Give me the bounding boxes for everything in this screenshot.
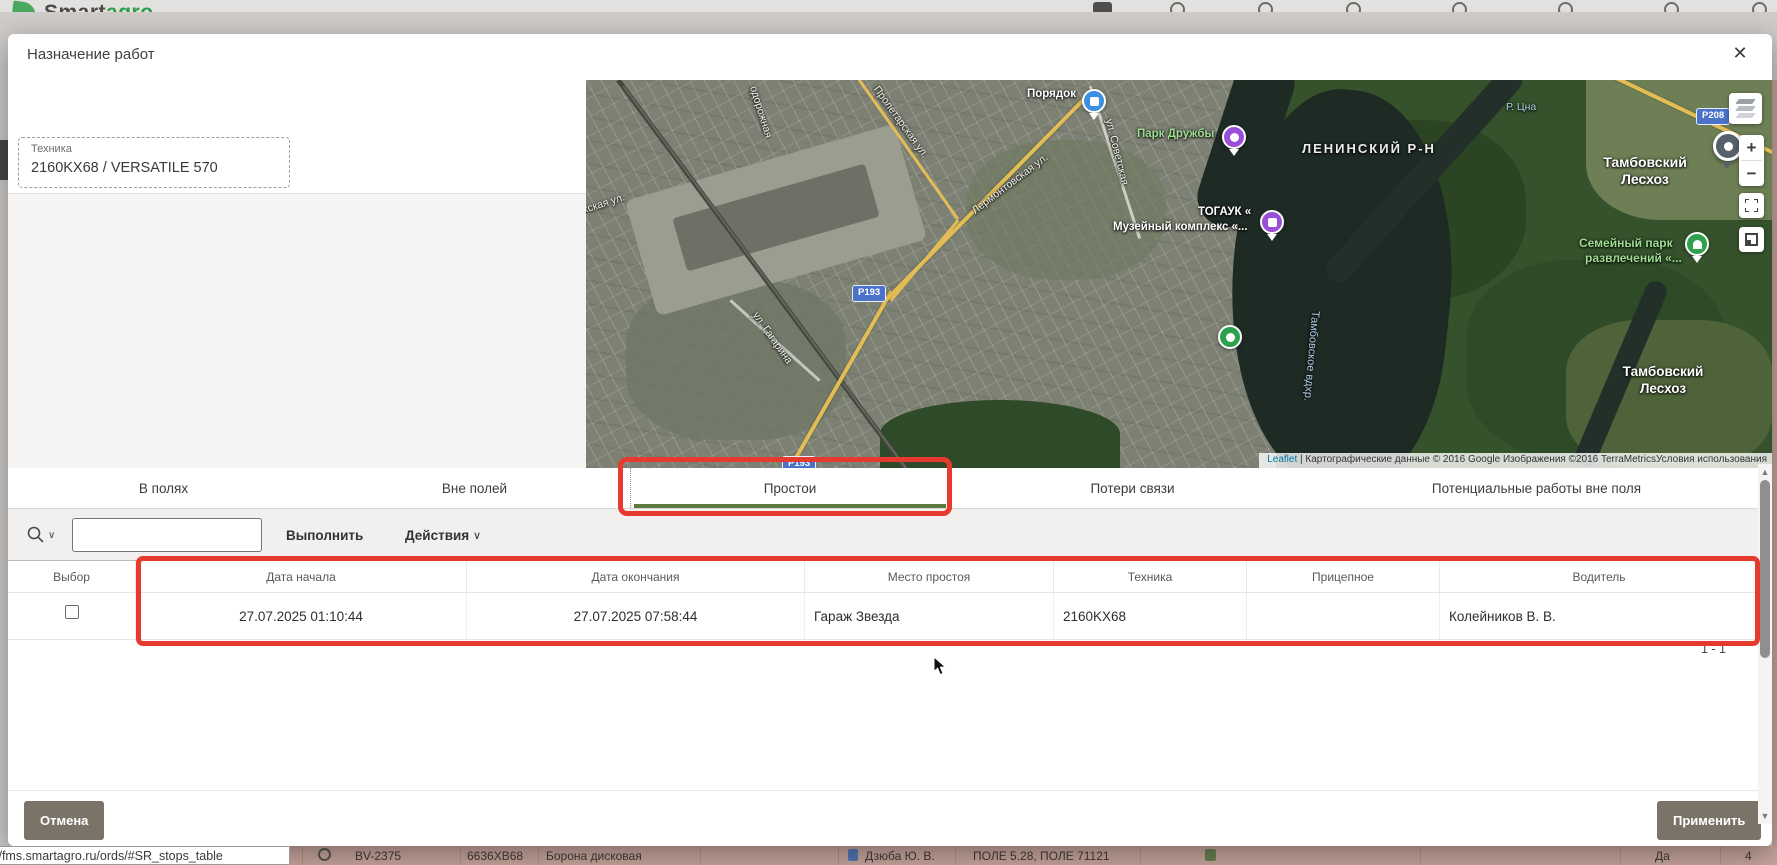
map-label-semeiny-2: развлечений «... <box>1585 251 1682 265</box>
header-icon <box>1664 2 1679 12</box>
sidebar-fragment <box>0 140 8 180</box>
report-toolbar: ∨ Выполнить Действия ∨ <box>8 508 1758 560</box>
fullscreen-icon <box>1745 199 1758 212</box>
poi-shop-marker <box>1082 89 1106 113</box>
minimap-button[interactable] <box>1739 227 1764 252</box>
zoom-in-button[interactable]: + <box>1739 135 1764 160</box>
column-header-select: Выбор <box>8 561 136 592</box>
actions-button[interactable]: Действия ∨ <box>405 518 481 552</box>
cancel-button[interactable]: Отмена <box>24 801 104 840</box>
apply-button[interactable]: Применить <box>1657 801 1761 840</box>
dialog-title: Назначение работ <box>27 46 155 63</box>
map-label-togauk: ТОГАУК « <box>1198 206 1251 218</box>
cell-date-start: 27.07.2025 01:10:44 <box>136 593 467 639</box>
table-row[interactable]: 27.07.2025 01:10:44 27.07.2025 07:58:44 … <box>8 593 1758 640</box>
zoom-control: + − <box>1739 135 1764 186</box>
map-label-leshoz-top: Тамбовский <box>1583 154 1707 170</box>
smartagro-leaf-icon <box>11 0 38 12</box>
road-badge-p208: Р208 <box>1696 108 1730 125</box>
page-edge-strip <box>1772 80 1777 865</box>
background-table-row: BV-2375 6636XB68 Борона дисковая Дзюба Ю… <box>290 846 1777 865</box>
column-header-date-end: Дата окончания <box>467 561 805 592</box>
header-icon <box>1258 2 1273 12</box>
tab-out-of-fields[interactable]: Вне полей <box>319 468 630 508</box>
cell-tech: 2160KX68 <box>1054 593 1247 639</box>
header-icon <box>1752 2 1767 12</box>
road-badge-p193-b: Р193 <box>782 456 816 468</box>
tech-field-label: Техника <box>31 143 72 155</box>
road-badge-p193: Р193 <box>852 285 886 302</box>
row-checkbox[interactable] <box>65 605 79 619</box>
cell-driver: Колейников В. В. <box>1440 593 1758 639</box>
column-header-driver: Водитель <box>1440 561 1758 592</box>
poi-museum-marker <box>1260 210 1284 234</box>
tab-idles[interactable]: Простои <box>630 468 950 508</box>
map-label-togauk-2: Музейный комплекс «... <box>1113 221 1248 233</box>
map-label-leshoz-top-2: Лесхоз <box>1583 171 1707 187</box>
leaflet-map[interactable]: Порядок Парк Дружбы ЛЕНИНСКИЙ Р-Н ТОГАУК… <box>586 80 1772 468</box>
layers-control[interactable] <box>1729 93 1762 124</box>
map-attribution: Leaflet | Картографические данные © 2016… <box>1259 453 1772 468</box>
assign-work-dialog: Назначение работ ✕ Техника 2160KX68 / VE… <box>8 34 1772 846</box>
table-header: Выбор Дата начала Дата окончания Место п… <box>8 560 1758 593</box>
cell-place: Гараж Звезда <box>805 593 1054 639</box>
map-label-park-druzhby: Парк Дружбы <box>1137 128 1214 140</box>
search-icon[interactable]: ∨ <box>26 522 66 548</box>
map-label-leshoz-bottom: Тамбовский <box>1601 364 1725 379</box>
field-icon <box>1205 849 1216 861</box>
terms-link[interactable]: Условия использования <box>1656 454 1767 465</box>
zoom-out-button[interactable]: − <box>1739 161 1764 186</box>
tab-connection-loss[interactable]: Потери связи <box>950 468 1315 508</box>
column-header-trailer: Прицепное <box>1247 561 1440 592</box>
scroll-thumb[interactable] <box>1760 480 1770 658</box>
footer-divider <box>8 790 1772 791</box>
poi-sport-marker <box>1218 325 1242 349</box>
actions-caret-icon: ∨ <box>473 529 481 542</box>
tab-in-fields[interactable]: В полях <box>8 468 319 508</box>
execute-button[interactable]: Выполнить <box>286 518 363 552</box>
column-header-date-start: Дата начала <box>136 561 467 592</box>
map-marker-icon <box>848 849 858 861</box>
left-panel: Техника 2160KX68 / VERSATILE 570 <box>8 80 586 504</box>
column-header-tech: Техника <box>1054 561 1247 592</box>
pagination-label: 1 - 1 <box>1358 642 1754 660</box>
header-icon <box>1452 2 1467 12</box>
browser-status-url: //fms.smartagro.ru/ords/#SR_stops_table <box>0 846 290 865</box>
header-menu-icon <box>1093 2 1112 12</box>
poi-family-park-marker <box>1685 232 1709 256</box>
vertical-scrollbar[interactable]: ▲ ▼ <box>1758 464 1772 824</box>
tab-potential-work[interactable]: Потенциальные работы вне поля <box>1315 468 1758 508</box>
map-label-poryadok: Порядок <box>1027 88 1076 100</box>
minimap-icon <box>1745 233 1758 246</box>
leaflet-link[interactable]: Leaflet <box>1267 454 1297 465</box>
left-panel-body <box>8 193 586 504</box>
tab-bar: В полях Вне полей Простои Потери связи П… <box>8 468 1758 508</box>
tech-field[interactable]: Техника 2160KX68 / VERSATILE 570 <box>18 137 290 188</box>
map-label-semeiny: Семейный парк <box>1579 236 1673 250</box>
fullscreen-button[interactable] <box>1739 193 1764 218</box>
search-caret-icon: ∨ <box>48 530 55 541</box>
scroll-down-icon[interactable]: ▼ <box>1758 809 1772 823</box>
layers-icon <box>1735 99 1756 104</box>
tech-field-value: 2160KX68 / VERSATILE 570 <box>31 160 218 176</box>
header-icon <box>1170 2 1185 12</box>
smartagro-logo: Smartagro <box>44 1 154 12</box>
map-label-r-tsna: Р. Цна <box>1506 101 1536 113</box>
refresh-icon <box>318 848 331 861</box>
search-input[interactable] <box>72 518 262 552</box>
close-icon[interactable]: ✕ <box>1723 38 1757 68</box>
app-header-strip: Smartagro <box>0 0 1777 12</box>
scroll-up-icon[interactable]: ▲ <box>1758 465 1772 479</box>
cell-date-end: 27.07.2025 07:58:44 <box>467 593 805 639</box>
column-header-place: Место простоя <box>805 561 1054 592</box>
map-label-leninsky: ЛЕНИНСКИЙ Р-Н <box>1302 141 1436 156</box>
cell-trailer <box>1247 593 1440 639</box>
map-label-leshoz-bottom-2: Лесхоз <box>1601 381 1725 396</box>
poi-park-marker <box>1222 125 1246 149</box>
header-icon <box>1346 2 1361 12</box>
header-icon <box>1558 2 1573 12</box>
